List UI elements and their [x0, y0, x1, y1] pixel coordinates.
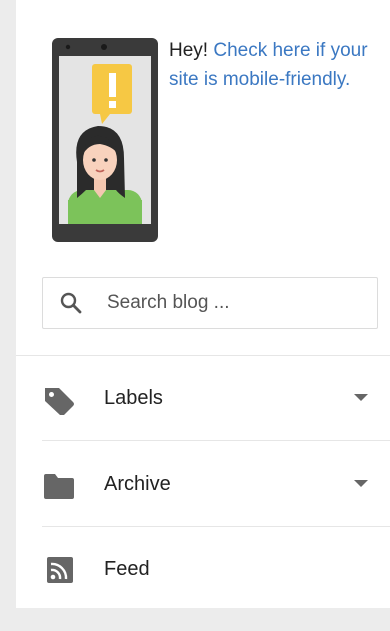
chevron-down-icon[interactable]: [354, 480, 368, 487]
sidebar-item-archive[interactable]: Archive: [16, 442, 390, 526]
search-input[interactable]: [107, 278, 367, 328]
phone-with-woman-and-alert-icon: [52, 38, 158, 242]
promo-text: Hey! Check here if your site is mobile-f…: [169, 36, 379, 94]
mobile-friendly-promo: Hey! Check here if your site is mobile-f…: [16, 0, 390, 250]
search-box[interactable]: [42, 277, 378, 329]
tag-icon: [45, 388, 74, 415]
folder-icon: [44, 474, 74, 499]
sidebar-item-label: Archive: [104, 473, 171, 495]
divider: [42, 440, 390, 441]
sidebar-item-label: Feed: [104, 558, 150, 580]
search-icon[interactable]: [59, 291, 83, 315]
chevron-down-icon[interactable]: [354, 394, 368, 401]
sidebar-item-labels[interactable]: Labels: [16, 356, 390, 440]
sidebar-item-feed[interactable]: Feed: [16, 527, 390, 611]
rss-feed-icon: [47, 557, 73, 583]
sidebar-panel: Hey! Check here if your site is mobile-f…: [16, 0, 390, 608]
promo-greeting: Hey!: [169, 40, 214, 61]
sidebar-item-label: Labels: [104, 387, 163, 409]
